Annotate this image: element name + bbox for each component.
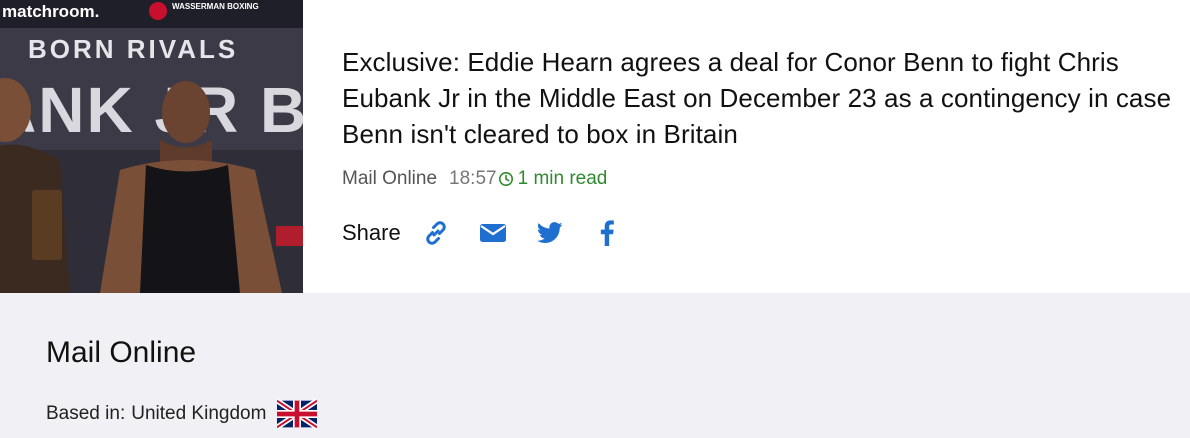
uk-flag-icon bbox=[275, 398, 319, 430]
twitter-icon bbox=[536, 222, 563, 243]
based-in-row: Based in: United Kingdom bbox=[46, 398, 319, 430]
article-headline[interactable]: Exclusive: Eddie Hearn agrees a deal for… bbox=[342, 44, 1182, 152]
article-card[interactable]: matchroom. WASSERMAN BOXING BORN RIVALS … bbox=[0, 0, 1190, 293]
article-content: Exclusive: Eddie Hearn agrees a deal for… bbox=[342, 44, 1182, 248]
brand-logo-text: matchroom. bbox=[2, 2, 99, 21]
boxing-press-photo: matchroom. WASSERMAN BOXING BORN RIVALS … bbox=[0, 0, 303, 293]
based-in-label: Based in: bbox=[46, 403, 126, 424]
country-name: United Kingdom bbox=[131, 403, 267, 424]
fighter-names-text: ANK JR BEN bbox=[0, 74, 303, 146]
share-label: Share bbox=[342, 220, 401, 245]
share-bar: Share bbox=[342, 218, 1182, 248]
link-icon bbox=[426, 221, 446, 245]
facebook-share-button[interactable] bbox=[592, 218, 622, 248]
email-icon bbox=[479, 224, 506, 242]
email-share-button[interactable] bbox=[478, 218, 508, 248]
source-info-panel: Mail Online Based in: United Kingdom bbox=[0, 293, 1190, 438]
copy-link-button[interactable] bbox=[421, 218, 451, 248]
source-name[interactable]: Mail Online bbox=[46, 335, 196, 371]
event-title-text: BORN RIVALS bbox=[28, 34, 238, 64]
article-thumbnail[interactable]: matchroom. WASSERMAN BOXING BORN RIVALS … bbox=[0, 0, 303, 293]
facebook-icon bbox=[600, 220, 614, 246]
article-time: 18:57 bbox=[449, 168, 497, 189]
clock-icon bbox=[498, 171, 514, 187]
article-source[interactable]: Mail Online bbox=[342, 166, 437, 192]
read-time: 1 min read bbox=[517, 168, 608, 189]
twitter-share-button[interactable] bbox=[535, 218, 565, 248]
article-meta: Mail Online 18:57 1 min read bbox=[342, 166, 1182, 192]
partner-logo-text: WASSERMAN BOXING bbox=[172, 2, 259, 11]
